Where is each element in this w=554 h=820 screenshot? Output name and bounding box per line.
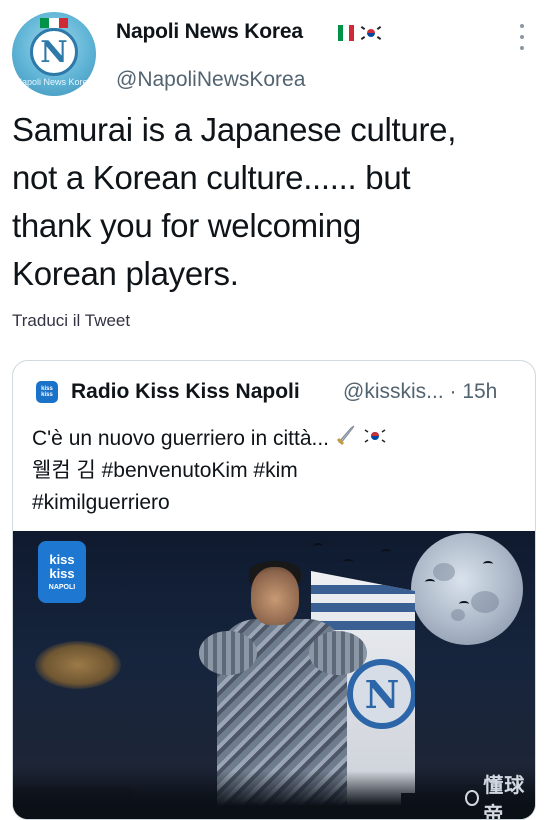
author-avatar[interactable]: N Napoli News Korea	[12, 12, 96, 96]
moon-illustration	[411, 533, 523, 645]
football-icon	[465, 790, 480, 806]
bird-illustration	[459, 601, 469, 607]
tweet-line: Samurai is a Japanese culture,	[12, 111, 457, 148]
quoted-media-image[interactable]: N kiss kiss NAPOLI 懂球帝	[13, 531, 535, 819]
quoted-line: 웰컴 김 #benvenutoKim #kim	[32, 459, 298, 483]
south-korea-flag-icon	[362, 423, 387, 455]
avatar-watermark: Napoli News Korea	[15, 77, 93, 87]
bird-illustration	[483, 561, 493, 567]
author-handle[interactable]: @NapoliNewsKorea	[116, 68, 305, 92]
quoted-tweet[interactable]: kiss kiss Radio Kiss Kiss Napoli @kisski…	[12, 360, 536, 820]
warrior-face	[251, 567, 299, 625]
bird-illustration	[425, 579, 435, 585]
south-korea-flag-icon	[360, 25, 382, 41]
quoted-line: #kimilguerriero	[32, 491, 170, 515]
avatar-flags	[40, 18, 68, 28]
ground-shadow	[13, 771, 535, 819]
quoted-line: C'è un nuovo guerriero in città...	[32, 423, 522, 455]
tweet-line: not a Korean culture...... but	[12, 159, 411, 196]
warrior-shoulder	[309, 631, 367, 675]
sword-icon	[335, 423, 357, 455]
cloud-illustration	[35, 641, 121, 689]
tweet-line: thank you for welcoming	[12, 207, 361, 244]
translate-tweet-link[interactable]: Traduci il Tweet	[12, 311, 130, 331]
tweet-line: Korean players.	[12, 255, 239, 292]
napoli-crest: N	[347, 659, 415, 729]
quoted-author-avatar: kiss kiss	[36, 381, 58, 403]
dongqiudi-watermark: 懂球帝	[465, 769, 535, 819]
author-name-flags	[338, 25, 382, 41]
bird-illustration	[313, 543, 323, 549]
italy-flag-icon	[338, 25, 354, 41]
tweet-text: Samurai is a Japanese culture, not a Kor…	[12, 106, 542, 298]
quoted-handle-time: @kisskis... · 15h	[343, 380, 498, 403]
bird-illustration	[381, 549, 391, 555]
more-options-icon[interactable]	[516, 24, 528, 50]
kiss-kiss-napoli-logo: kiss kiss NAPOLI	[38, 541, 86, 603]
warrior-shoulder	[199, 631, 257, 675]
quoted-text: C'è un nuovo guerriero in città... 웰컴 김 …	[32, 423, 522, 519]
author-name[interactable]: Napoli News Korea	[116, 20, 303, 44]
avatar-badge: N	[30, 28, 78, 76]
quoted-author-name: Radio Kiss Kiss Napoli	[71, 380, 300, 403]
bird-illustration	[343, 559, 353, 565]
